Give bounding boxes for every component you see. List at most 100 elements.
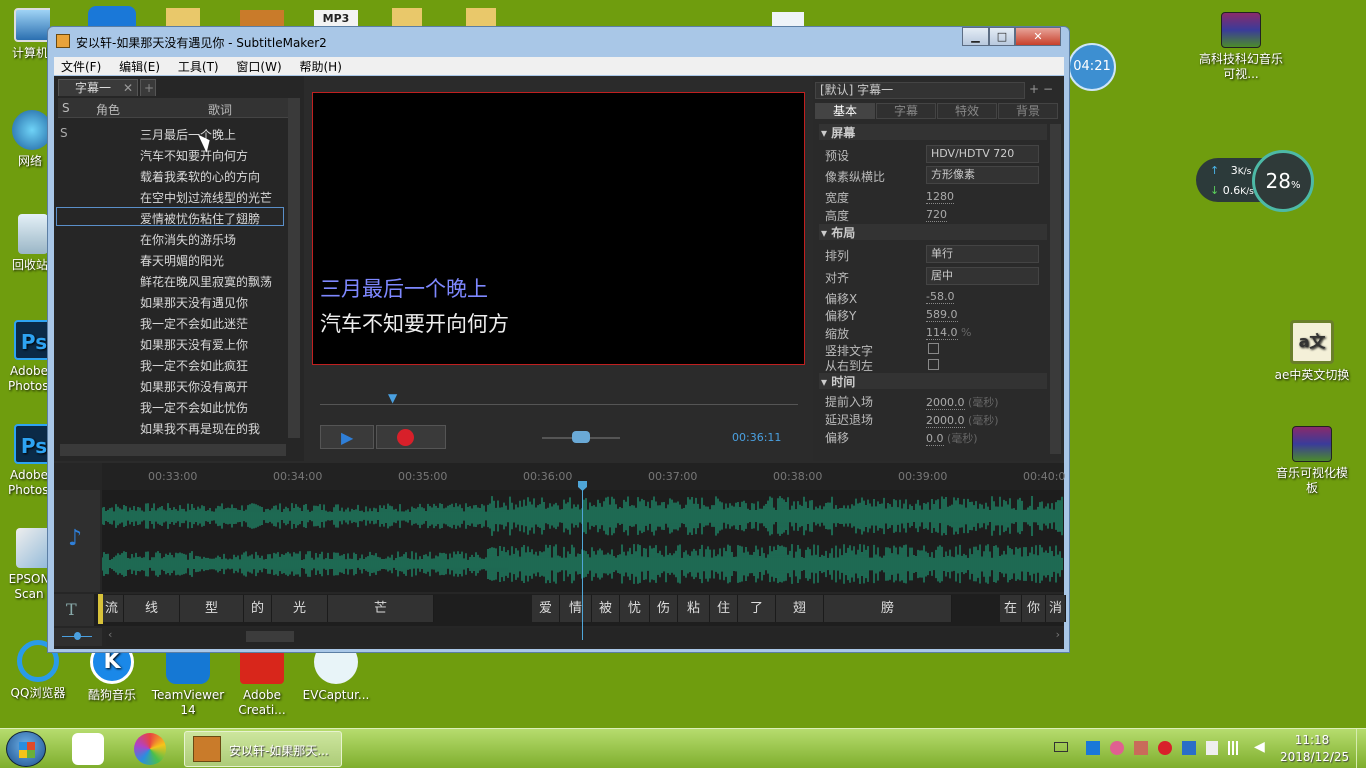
- offset-x-value[interactable]: -58.0: [926, 290, 955, 304]
- subtitle-char-block[interactable]: 住: [710, 595, 738, 622]
- desktop-icon-scifi-music[interactable]: 高科技科幻音乐可视...: [1198, 12, 1284, 82]
- offset-y-value[interactable]: 589.0: [926, 308, 958, 322]
- list-horizontal-scrollbar[interactable]: [60, 444, 286, 456]
- lyric-row[interactable]: 如果那天你没有离开: [140, 378, 248, 395]
- section-time[interactable]: ▾ 时间: [819, 373, 1047, 389]
- subtitle-char-block[interactable]: 芒: [328, 595, 434, 622]
- menu-tools[interactable]: 工具(T): [171, 57, 226, 76]
- desktop-icon-photoshop-1[interactable]: Ps Adobe Photoshop: [0, 320, 50, 404]
- zoom-thumb[interactable]: [74, 632, 81, 640]
- desktop-icon-network[interactable]: 网络: [0, 110, 50, 180]
- properties-scrollbar[interactable]: [1050, 124, 1061, 454]
- lyric-row[interactable]: 爱情被忧伤粘住了翅膀: [140, 210, 260, 227]
- lyric-row[interactable]: 三月最后一个晚上: [140, 126, 236, 143]
- volume-icon[interactable]: ◀: [1254, 739, 1265, 755]
- seek-thumb-icon[interactable]: ▼: [388, 391, 397, 405]
- width-value[interactable]: 1280: [926, 190, 954, 204]
- subtitle-char-block[interactable]: 型: [180, 595, 244, 622]
- subtitle-char-block[interactable]: 线: [124, 595, 180, 622]
- subtitle-char-block[interactable]: 的: [244, 595, 272, 622]
- add-style-icon[interactable]: +: [1029, 82, 1039, 96]
- desktop-icon-epson-scan[interactable]: EPSON Scan: [0, 528, 50, 612]
- lyric-row[interactable]: 我一定不会如此迷茫: [140, 315, 248, 332]
- taskbar-item-subtitlemaker[interactable]: 安以轩-如果那天...: [184, 731, 342, 767]
- tab-effects[interactable]: 特效: [937, 103, 997, 119]
- taskbar-clock[interactable]: 11:18 2018/12/25: [1280, 732, 1349, 766]
- minimize-button[interactable]: ▁: [962, 27, 989, 46]
- close-button[interactable]: ✕: [1015, 27, 1061, 46]
- clock-widget[interactable]: 04:21: [1068, 43, 1116, 91]
- lyric-row[interactable]: 鲜花在晚风里寂寞的飘荡: [140, 273, 272, 290]
- column-role[interactable]: 角色: [96, 101, 120, 118]
- delay-field[interactable]: 2000.0 (毫秒): [926, 412, 999, 428]
- lyric-row[interactable]: 在你消失的游乐场: [140, 231, 236, 248]
- lyric-row[interactable]: 在空中划过流线型的光芒: [140, 189, 272, 206]
- maximize-button[interactable]: □: [989, 27, 1015, 46]
- video-preview[interactable]: 三月最后一个晚上 汽车不知要开向何方: [312, 92, 805, 365]
- aspect-dropdown[interactable]: 方形像素: [926, 166, 1039, 184]
- lyric-row[interactable]: 我一定不会如此忧伤: [140, 399, 248, 416]
- audio-waveform[interactable]: [102, 490, 1064, 592]
- subtitle-char-block[interactable]: 膀: [824, 595, 952, 622]
- close-tab-icon[interactable]: ✕: [123, 80, 133, 96]
- scroll-right-icon[interactable]: ›: [1056, 628, 1060, 641]
- column-s[interactable]: S: [62, 101, 70, 115]
- cpu-usage-gauge[interactable]: 28%: [1252, 150, 1314, 212]
- align-dropdown[interactable]: 居中: [926, 267, 1039, 285]
- section-screen[interactable]: ▾ 屏幕: [819, 124, 1047, 140]
- subtitle-char-block[interactable]: 被: [592, 595, 620, 622]
- remove-style-icon[interactable]: −: [1043, 82, 1053, 96]
- time-offset-field[interactable]: 0.0 (毫秒): [926, 430, 978, 446]
- subtitle-char-block[interactable]: 流: [100, 595, 124, 622]
- subtitle-char-block[interactable]: 翅: [776, 595, 824, 622]
- preset-dropdown[interactable]: HDV/HDTV 720: [926, 145, 1039, 163]
- lead-in-field[interactable]: 2000.0 (毫秒): [926, 394, 999, 410]
- record-button[interactable]: [376, 425, 446, 449]
- add-tab-button[interactable]: +: [140, 79, 156, 96]
- desktop-icon-recycle-bin[interactable]: 回收站: [0, 214, 50, 284]
- playhead-line[interactable]: [582, 483, 583, 640]
- style-select[interactable]: [默认] 字幕一: [815, 82, 1025, 99]
- subtitle-char-block[interactable]: 伤: [650, 595, 678, 622]
- menu-file[interactable]: 文件(F): [54, 57, 108, 76]
- color-app-icon[interactable]: [134, 733, 166, 765]
- lyric-row[interactable]: 如果那天没有爱上你: [140, 336, 248, 353]
- lyric-row[interactable]: 汽车不知要开向何方: [140, 147, 248, 164]
- subtitle-char-block[interactable]: 你: [1022, 595, 1046, 622]
- title-bar[interactable]: 安以轩-如果那天没有遇见你 - SubtitleMaker2 ▁ □ ✕: [48, 27, 1069, 55]
- subtitle-char-block[interactable]: 光: [272, 595, 328, 622]
- tab-basic[interactable]: 基本: [815, 103, 875, 119]
- tab-subtitle-one[interactable]: 字幕一 ✕: [58, 79, 138, 96]
- lyric-row[interactable]: 如果那天没有遇见你: [140, 294, 248, 311]
- subtitle-char-block[interactable]: 情: [560, 595, 592, 622]
- network-signal-icon[interactable]: [1228, 741, 1244, 755]
- subtitle-char-block[interactable]: 粘: [678, 595, 710, 622]
- tray-red-icon[interactable]: [1158, 741, 1172, 755]
- tray-app-icon[interactable]: [1086, 741, 1100, 755]
- desktop-icon-music-template[interactable]: 音乐可视化模板: [1274, 426, 1350, 496]
- desktop-icon-ae-switch[interactable]: a文 ae中英文切换: [1274, 320, 1350, 383]
- vertical-text-checkbox[interactable]: [928, 343, 939, 354]
- menu-help[interactable]: 帮助(H): [292, 57, 348, 76]
- baidu-netdisk-icon[interactable]: [72, 733, 104, 765]
- timeline-horizontal-scrollbar[interactable]: ‹ ›: [106, 628, 1064, 646]
- start-button[interactable]: [6, 731, 46, 767]
- shield-icon[interactable]: [1182, 741, 1196, 755]
- volume-slider-thumb[interactable]: [572, 431, 590, 443]
- subtitle-char-block[interactable]: 消: [1046, 595, 1066, 622]
- scale-field[interactable]: 114.0 %: [926, 326, 971, 340]
- usb-icon[interactable]: [1206, 741, 1218, 755]
- scroll-left-icon[interactable]: ‹: [108, 628, 112, 641]
- subtitle-text-track[interactable]: 流线型的光芒 爱情被忧伤粘住了翅膀 在你消: [94, 594, 1066, 626]
- column-lyrics[interactable]: 歌词: [208, 101, 232, 118]
- zoom-control[interactable]: [54, 628, 102, 646]
- subtitle-char-block[interactable]: 忧: [620, 595, 650, 622]
- tray-flower-icon[interactable]: [1110, 741, 1124, 755]
- keyboard-icon[interactable]: [1054, 742, 1068, 752]
- play-button[interactable]: ▶: [320, 425, 374, 449]
- menu-window[interactable]: 窗口(W): [229, 57, 288, 76]
- tray-app2-icon[interactable]: [1134, 741, 1148, 755]
- menu-edit[interactable]: 编辑(E): [112, 57, 167, 76]
- subtitle-char-block[interactable]: 爱: [532, 595, 560, 622]
- desktop-icon-photoshop-2[interactable]: Ps Adobe Photoshop: [0, 424, 50, 508]
